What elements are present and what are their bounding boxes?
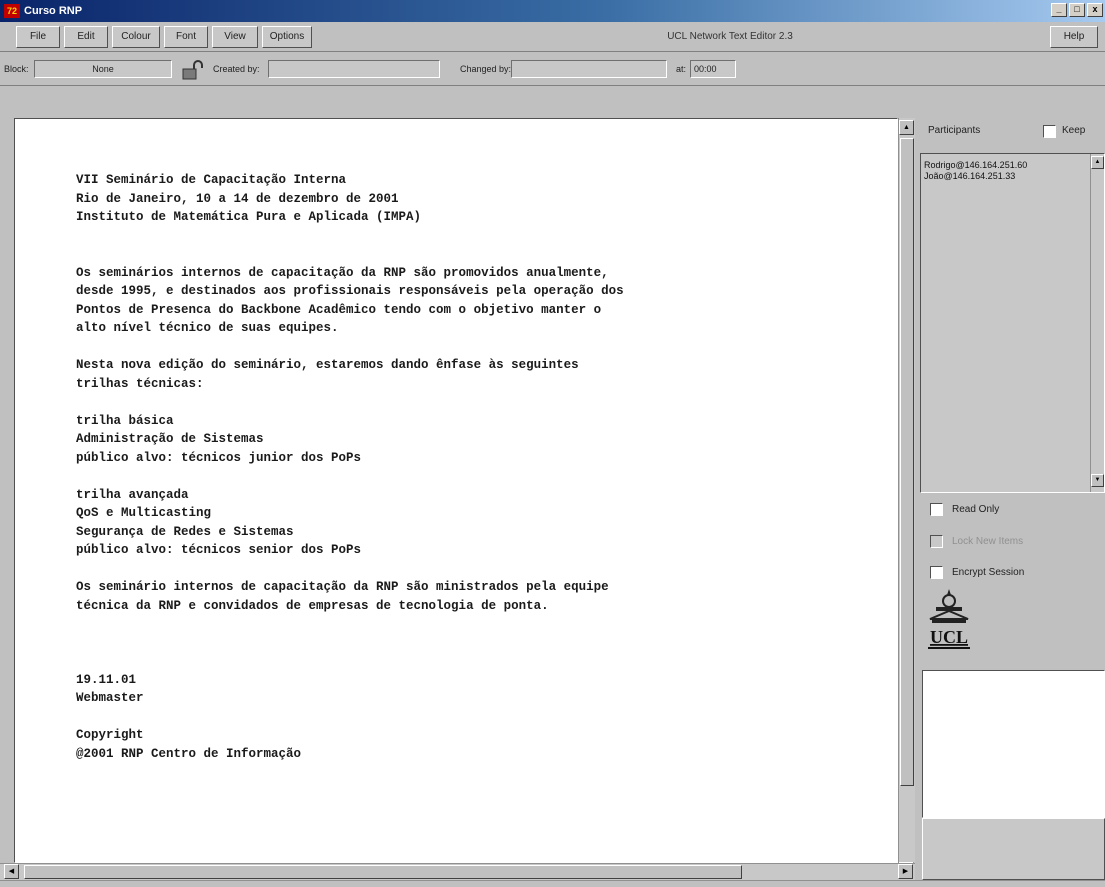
vertical-scrollbar[interactable]: ▲ ▼: [898, 118, 915, 880]
participants-label: Participants: [928, 125, 981, 136]
document-line: Administração de Sistemas: [76, 432, 264, 446]
app-title: UCL Network Text Editor 2.3: [667, 31, 793, 42]
ucl-logo-text: UCL: [930, 627, 968, 647]
block-label: Block:: [4, 64, 29, 74]
document-line: Nesta nova edição do seminário, estaremo…: [76, 358, 579, 372]
window-title: Curso RNP: [24, 5, 83, 17]
close-button[interactable]: x: [1087, 3, 1103, 17]
read-only-checkbox[interactable]: [930, 503, 943, 516]
app-icon: 72: [4, 4, 20, 18]
document-text[interactable]: VII Seminário de Capacitação Interna Rio…: [76, 171, 624, 763]
changed-by-field: [511, 60, 667, 78]
block-field: None: [34, 60, 172, 78]
text-editor[interactable]: VII Seminário de Capacitação Interna Rio…: [14, 118, 898, 863]
minimize-button[interactable]: _: [1051, 3, 1067, 17]
menu-font[interactable]: Font: [164, 26, 208, 48]
participants-list[interactable]: Rodrigo@146.164.251.60 João@146.164.251.…: [920, 153, 1105, 493]
status-area: [922, 818, 1105, 880]
encrypt-session-checkbox[interactable]: [930, 566, 943, 579]
time-field: 00:00: [690, 60, 736, 78]
scroll-up-arrow-icon[interactable]: ▲: [899, 120, 914, 135]
maximize-button[interactable]: □: [1069, 3, 1085, 17]
lock-new-items-checkbox: [930, 535, 943, 548]
created-by-label: Created by:: [213, 64, 260, 74]
document-line: Instituto de Matemática Pura e Aplicada …: [76, 210, 422, 224]
document-line: trilha avançada: [76, 487, 189, 502]
participants-scrollbar[interactable]: ▲ ▼: [1090, 154, 1104, 492]
document-line: Pontos de Presenca do Backbone Acadêmico…: [76, 302, 602, 317]
window-bottom-edge: [0, 880, 1105, 887]
menu-options[interactable]: Options: [262, 26, 312, 48]
document-line: Rio de Janeiro, 10 a 14 de dezembro de 2…: [76, 191, 399, 206]
document-line: alto nível técnico de suas equipes.: [76, 321, 339, 335]
document-line: 19.11.01: [76, 672, 137, 687]
menu-edit[interactable]: Edit: [64, 26, 108, 48]
window-titlebar[interactable]: 72 Curso RNP _ □ x: [0, 0, 1105, 22]
participant-item[interactable]: João@146.164.251.33: [924, 171, 1092, 182]
document-line: VII Seminário de Capacitação Interna: [76, 173, 347, 187]
scroll-right-arrow-icon[interactable]: ▶: [898, 864, 913, 879]
menu-view[interactable]: View: [212, 26, 258, 48]
participants-scroll-up-icon[interactable]: ▲: [1091, 156, 1104, 169]
lock-new-items-label: Lock New Items: [952, 536, 1024, 547]
keep-label: Keep: [1062, 125, 1086, 136]
vertical-scroll-thumb[interactable]: [900, 138, 914, 786]
document-line: @2001 RNP Centro de Informação: [76, 746, 302, 761]
at-label: at:: [676, 64, 687, 74]
document-line: técnica da RNP e convidados de empresas …: [76, 598, 549, 613]
document-line: trilhas técnicas:: [76, 376, 204, 391]
document-line: QoS e Multicasting: [76, 506, 212, 520]
keep-checkbox[interactable]: [1043, 125, 1056, 138]
menu-help[interactable]: Help: [1050, 26, 1098, 48]
document-line: desde 1995, e destinados aos profissiona…: [76, 284, 624, 298]
status-toolbar: Block: None Created by: Changed by: at: …: [0, 53, 1105, 86]
participants-scroll-down-icon[interactable]: ▼: [1091, 474, 1104, 487]
unlocked-icon[interactable]: [182, 60, 206, 80]
participant-item[interactable]: Rodrigo@146.164.251.60: [924, 160, 1092, 171]
document-line: Os seminário internos de capacitação da …: [76, 580, 609, 594]
horizontal-scrollbar[interactable]: ◀ ▶: [0, 863, 915, 880]
scroll-left-arrow-icon[interactable]: ◀: [4, 864, 19, 879]
horizontal-scroll-thumb[interactable]: [24, 865, 742, 879]
read-only-label: Read Only: [952, 504, 1000, 515]
document-line: Webmaster: [76, 691, 144, 705]
encrypt-session-label: Encrypt Session: [952, 567, 1025, 578]
document-line: público alvo: técnicos senior dos PoPs: [76, 543, 362, 557]
changed-by-label: Changed by:: [460, 64, 512, 74]
notes-area[interactable]: [922, 670, 1105, 818]
document-line: público alvo: técnicos junior dos PoPs: [76, 450, 362, 465]
document-line: Copyright: [76, 728, 144, 742]
document-line: Segurança de Redes e Sistemas: [76, 524, 294, 539]
created-by-field: [268, 60, 440, 78]
ucl-logo: UCL: [928, 589, 970, 649]
document-line: Os seminários internos de capacitação da…: [76, 265, 609, 280]
menu-file[interactable]: File: [16, 26, 60, 48]
menu-bar: File Edit Colour Font View Options UCL N…: [0, 22, 1105, 52]
menu-colour[interactable]: Colour: [112, 26, 160, 48]
document-line: trilha básica: [76, 413, 174, 428]
